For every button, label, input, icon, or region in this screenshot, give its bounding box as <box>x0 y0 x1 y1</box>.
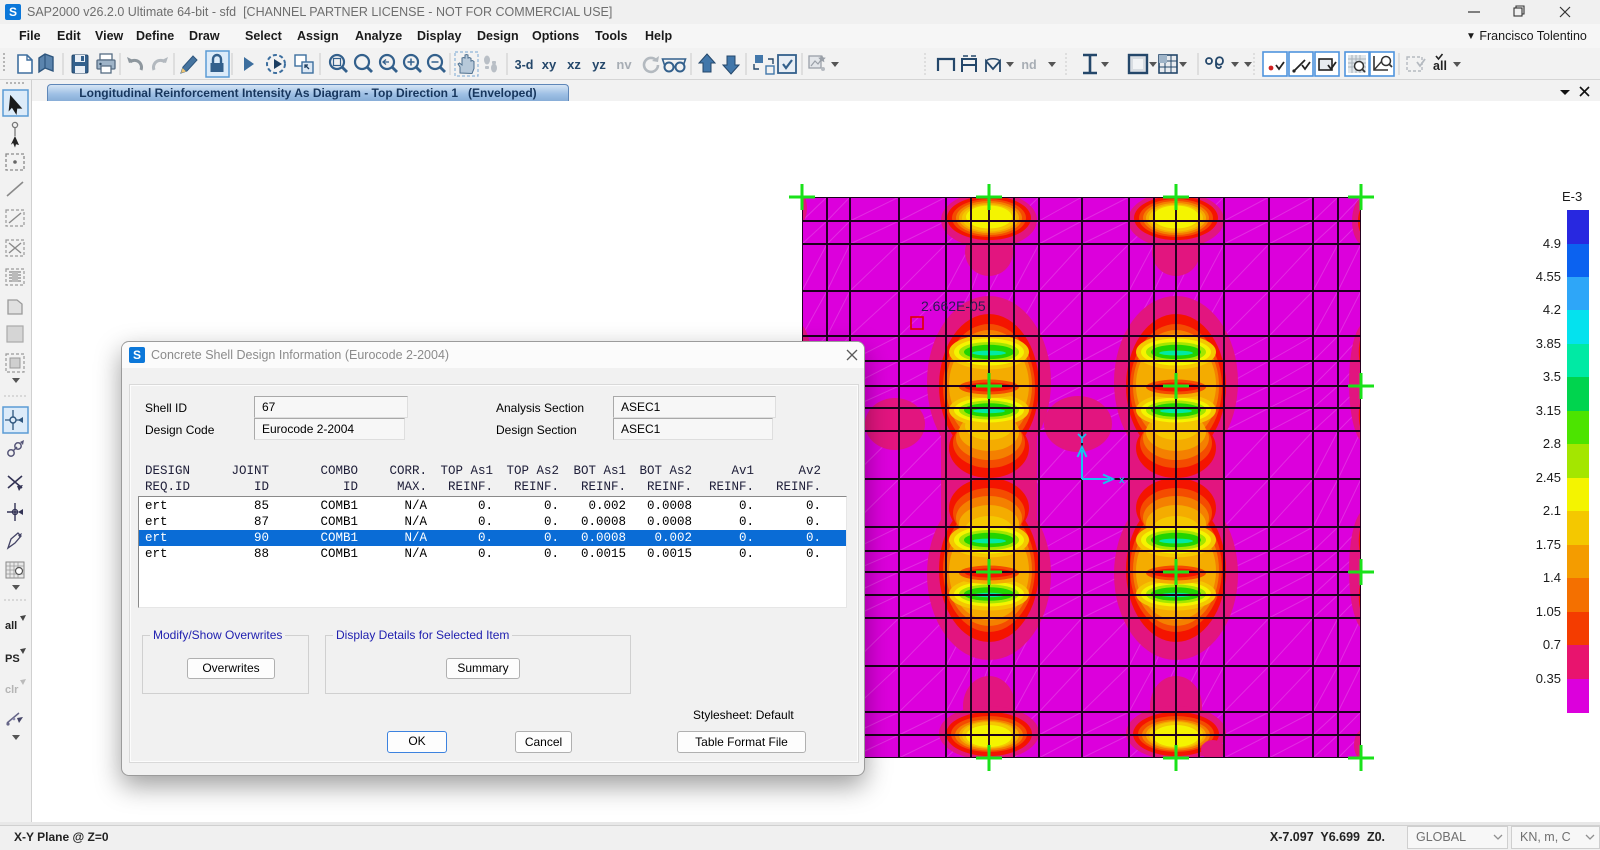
svg-text:x: x <box>1119 475 1125 486</box>
svg-text:2.662E-05: 2.662E-05 <box>921 298 986 314</box>
